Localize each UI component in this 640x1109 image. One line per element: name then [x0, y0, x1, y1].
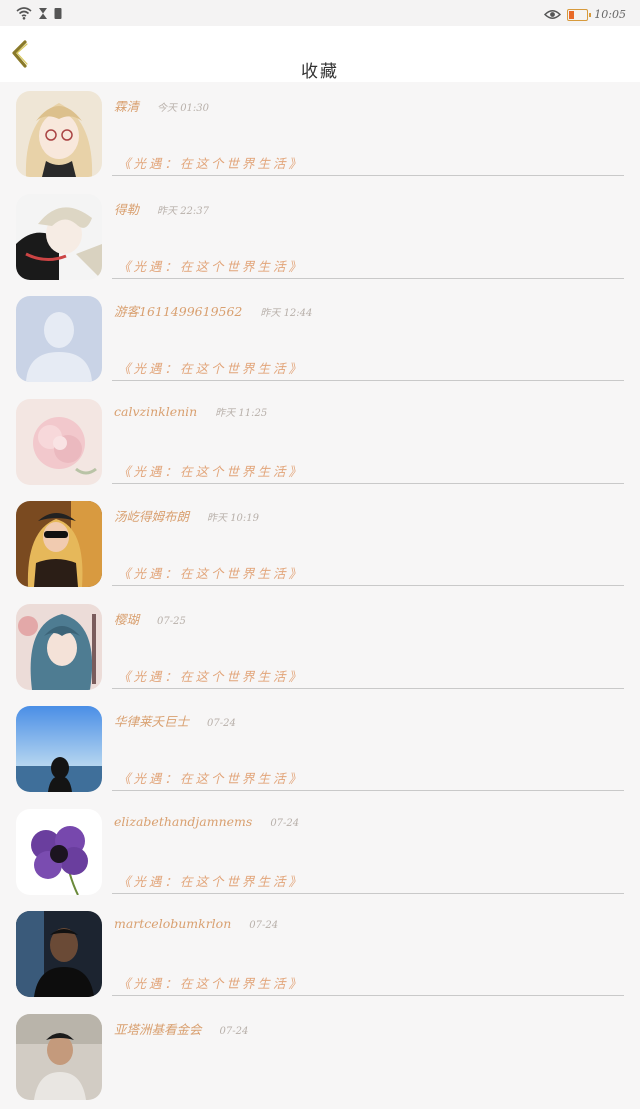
divider	[112, 995, 624, 996]
list-item-4[interactable]: calvzinklenin 昨天 11:25 《光遇：在这个世界生活》	[0, 392, 640, 495]
user-name: 亚塔洲基看金会	[114, 1022, 202, 1037]
item-time: 昨天 10:19	[207, 513, 259, 524]
item-title[interactable]: 《光遇：在这个世界生活》	[118, 563, 304, 582]
user-name: 汤屹得姆布朗	[114, 509, 189, 524]
header: 收藏	[0, 26, 640, 82]
list-item-3[interactable]: 游客1611499619562 昨天 12:44 《光遇：在这个世界生活》	[0, 289, 640, 392]
item-time: 今天 01:30	[157, 103, 209, 114]
item-time: 07-24	[207, 718, 236, 729]
item-title[interactable]: 《光遇：在这个世界生活》	[118, 153, 304, 172]
item-time: 07-24	[220, 1026, 249, 1037]
user-name: martcelobumkrlon	[114, 916, 231, 931]
avatar[interactable]	[16, 1014, 102, 1100]
item-time: 昨天 11:25	[215, 408, 267, 419]
item-title[interactable]: 《光遇：在这个世界生活》	[118, 768, 304, 787]
avatar[interactable]	[16, 809, 102, 895]
favorites-list: 霖清 今天 01:30 《光遇：在这个世界生活》 得勒 昨天 22:37 《光遇：在…	[0, 84, 640, 1109]
list-item-5[interactable]: 汤屹得姆布朗 昨天 10:19 《光遇：在这个世界生活》	[0, 494, 640, 597]
item-title[interactable]: 《光遇：在这个世界生活》	[118, 666, 304, 685]
divider	[112, 483, 624, 484]
item-time: 07-24	[270, 818, 299, 829]
avatar[interactable]	[16, 706, 102, 792]
status-icons-right: 10:05	[544, 5, 626, 24]
status-time: 10:05	[594, 8, 626, 21]
avatar[interactable]	[16, 911, 102, 997]
item-time: 昨天 12:44	[260, 308, 312, 319]
avatar[interactable]	[16, 296, 102, 382]
battery-icon	[567, 9, 588, 21]
avatar[interactable]	[16, 501, 102, 587]
item-title[interactable]: 《光遇：在这个世界生活》	[118, 871, 304, 890]
user-name: elizabethandjamnems	[114, 814, 252, 829]
divider	[112, 278, 624, 279]
user-name: 华律莱夭巨士	[114, 714, 189, 729]
list-item-9[interactable]: martcelobumkrlon 07-24 《光遇：在这个世界生活》	[0, 904, 640, 1007]
divider	[112, 893, 624, 894]
hourglass-icon	[38, 5, 48, 24]
item-title[interactable]: 《光遇：在这个世界生活》	[118, 973, 304, 992]
list-item-1[interactable]: 霖清 今天 01:30 《光遇：在这个世界生活》	[0, 84, 640, 187]
divider	[112, 380, 624, 381]
user-name: 游客1611499619562	[114, 304, 242, 319]
user-name: calvzinklenin	[114, 404, 197, 419]
divider	[112, 688, 624, 689]
item-title[interactable]: 《光遇：在这个世界生活》	[118, 461, 304, 480]
avatar[interactable]	[16, 194, 102, 280]
item-time: 昨天 22:37	[157, 206, 209, 217]
divider	[112, 585, 624, 586]
wifi-icon	[16, 5, 32, 24]
avatar[interactable]	[16, 399, 102, 485]
list-item-6[interactable]: 樱瑚 07-25 《光遇：在这个世界生活》	[0, 597, 640, 700]
item-title[interactable]: 《光遇：在这个世界生活》	[118, 256, 304, 275]
user-name: 霖清	[114, 99, 139, 114]
user-name: 得勒	[114, 202, 139, 217]
eye-icon	[544, 5, 561, 24]
list-item-10[interactable]: 亚塔洲基看金会 07-24	[0, 1007, 640, 1109]
item-title[interactable]: 《光遇：在这个世界生活》	[118, 358, 304, 377]
list-item-8[interactable]: elizabethandjamnems 07-24 《光遇：在这个世界生活》	[0, 802, 640, 905]
item-time: 07-24	[249, 920, 278, 931]
user-name: 樱瑚	[114, 612, 139, 627]
divider	[112, 175, 624, 176]
sim-icon	[54, 5, 62, 24]
avatar[interactable]	[16, 604, 102, 690]
page-title: 收藏	[0, 57, 640, 82]
status-bar: 10:05	[0, 0, 640, 26]
avatar[interactable]	[16, 91, 102, 177]
battery-fill	[569, 11, 574, 19]
list-item-2[interactable]: 得勒 昨天 22:37 《光遇：在这个世界生活》	[0, 187, 640, 290]
list-item-7[interactable]: 华律莱夭巨士 07-24 《光遇：在这个世界生活》	[0, 699, 640, 802]
divider	[112, 790, 624, 791]
status-icons-left	[16, 5, 62, 24]
item-time: 07-25	[157, 616, 186, 627]
